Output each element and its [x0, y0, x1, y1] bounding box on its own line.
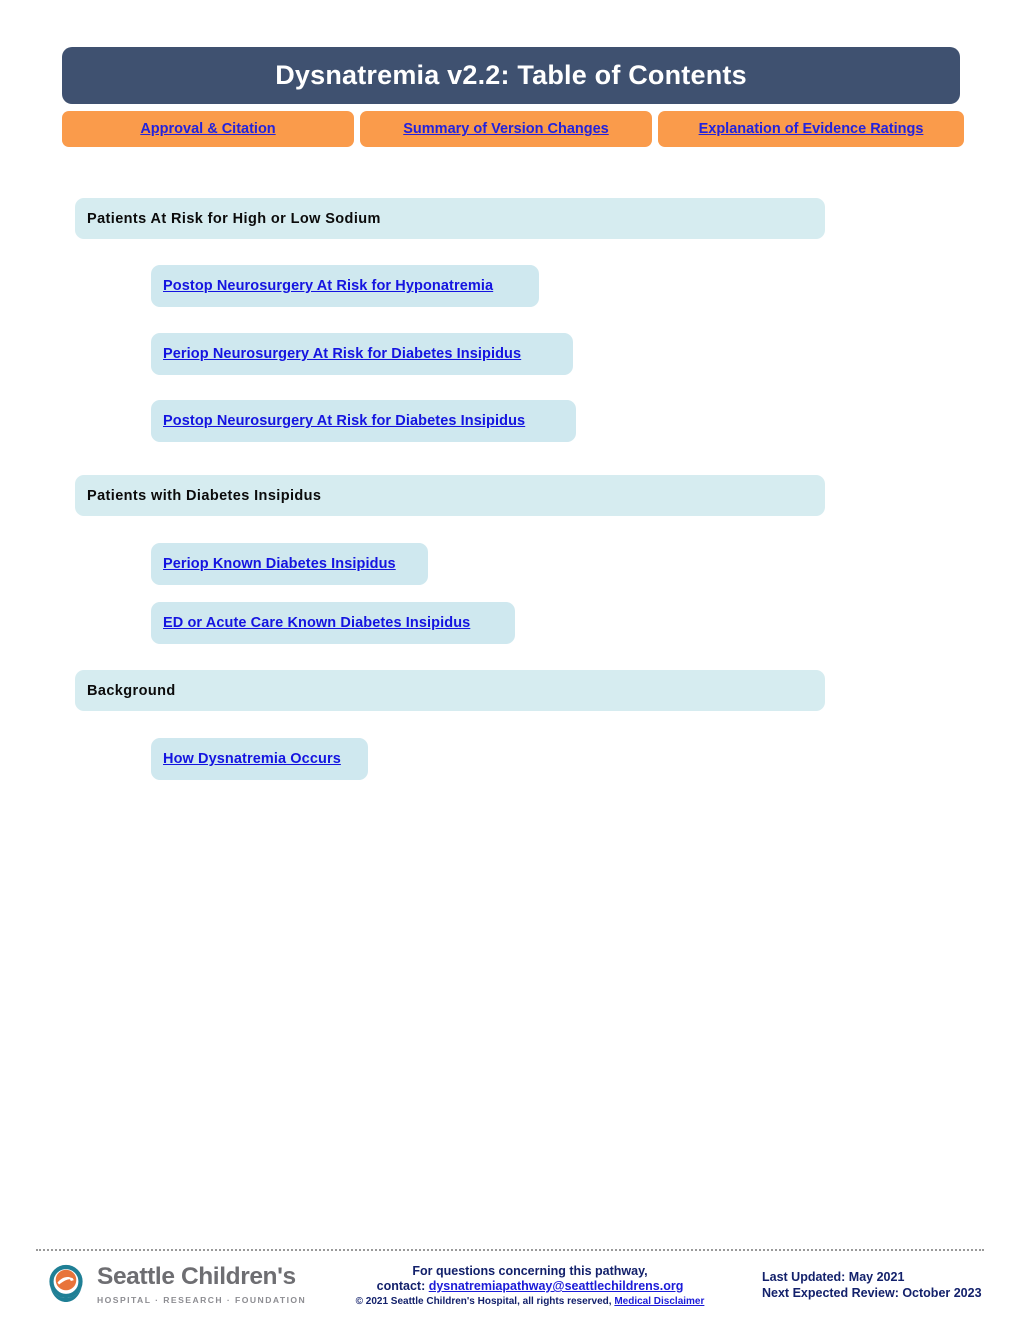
medical-disclaimer-link[interactable]: Medical Disclaimer: [614, 1296, 704, 1307]
pathway-toc-page: Dysnatremia v2.2: Table of Contents Appr…: [0, 0, 1020, 1320]
section-header-label: Patients with Diabetes Insipidus: [87, 487, 322, 504]
footer-copyright-line: © 2021 Seattle Children's Hospital, all …: [280, 1295, 780, 1309]
footer-divider: [36, 1249, 984, 1251]
toc-link-ed-acute-care-known-diabetes-insipidus[interactable]: ED or Acute Care Known Diabetes Insipidu…: [151, 602, 515, 644]
approval-citation-button[interactable]: Approval & Citation: [62, 111, 354, 147]
toc-link-periop-neurosurgery-diabetes-insipidus[interactable]: Periop Neurosurgery At Risk for Diabetes…: [151, 333, 573, 375]
seattle-childrens-logo-icon: [44, 1262, 88, 1306]
toc-link-label: How Dysnatremia Occurs: [163, 751, 341, 767]
summary-version-changes-label: Summary of Version Changes: [403, 121, 609, 137]
last-updated-text: Last Updated: May 2021: [762, 1270, 905, 1284]
footer-contact-line: contact: dysnatremiapathway@seattlechild…: [280, 1279, 780, 1294]
top-nav-button-row: Approval & Citation Summary of Version C…: [62, 111, 964, 147]
section-header-patients-at-risk: Patients At Risk for High or Low Sodium: [75, 198, 825, 239]
toc-link-label: Postop Neurosurgery At Risk for Hyponatr…: [163, 278, 494, 294]
seattle-childrens-logo: Seattle Children's HOSPITAL · RESEARCH ·…: [44, 1262, 306, 1306]
toc-link-periop-known-diabetes-insipidus[interactable]: Periop Known Diabetes Insipidus: [151, 543, 428, 585]
page-footer: Seattle Children's HOSPITAL · RESEARCH ·…: [0, 1258, 1020, 1320]
footer-questions-line: For questions concerning this pathway,: [412, 1264, 648, 1278]
footer-contact-prefix: contact:: [376, 1279, 429, 1293]
next-review-text: Next Expected Review: October 2023: [762, 1286, 982, 1300]
page-title: Dysnatremia v2.2: Table of Contents: [275, 60, 747, 90]
page-title-bar: Dysnatremia v2.2: Table of Contents: [62, 47, 960, 104]
toc-link-label: Periop Known Diabetes Insipidus: [163, 556, 396, 572]
summary-version-changes-button[interactable]: Summary of Version Changes: [360, 111, 652, 147]
section-header-background: Background: [75, 670, 825, 711]
logo-text-block: Seattle Children's HOSPITAL · RESEARCH ·…: [97, 1263, 306, 1305]
footer-copyright-text: © 2021 Seattle Children's Hospital, all …: [355, 1296, 615, 1307]
toc-link-postop-neurosurgery-hyponatremia[interactable]: Postop Neurosurgery At Risk for Hyponatr…: [151, 265, 539, 307]
footer-contact-block: For questions concerning this pathway, c…: [280, 1264, 780, 1309]
toc-link-how-dysnatremia-occurs[interactable]: How Dysnatremia Occurs: [151, 738, 368, 780]
toc-link-label: Postop Neurosurgery At Risk for Diabetes…: [163, 413, 526, 429]
section-header-label: Patients At Risk for High or Low Sodium: [87, 210, 381, 227]
toc-link-label: ED or Acute Care Known Diabetes Insipidu…: [163, 615, 471, 631]
footer-email-link[interactable]: dysnatremiapathway@seattlechildrens.org: [429, 1279, 684, 1293]
approval-citation-label: Approval & Citation: [140, 121, 276, 137]
section-header-patients-with-di: Patients with Diabetes Insipidus: [75, 475, 825, 516]
explanation-evidence-ratings-button[interactable]: Explanation of Evidence Ratings: [658, 111, 964, 147]
logo-tagline: HOSPITAL · RESEARCH · FOUNDATION: [97, 1294, 307, 1305]
footer-dates-block: Last Updated: May 2021 Next Expected Rev…: [762, 1269, 1012, 1301]
section-header-label: Background: [87, 682, 176, 699]
toc-link-label: Periop Neurosurgery At Risk for Diabetes…: [163, 346, 522, 362]
toc-link-postop-neurosurgery-diabetes-insipidus[interactable]: Postop Neurosurgery At Risk for Diabetes…: [151, 400, 576, 442]
explanation-evidence-ratings-label: Explanation of Evidence Ratings: [698, 121, 924, 137]
logo-wordmark: Seattle Children's: [97, 1263, 296, 1291]
